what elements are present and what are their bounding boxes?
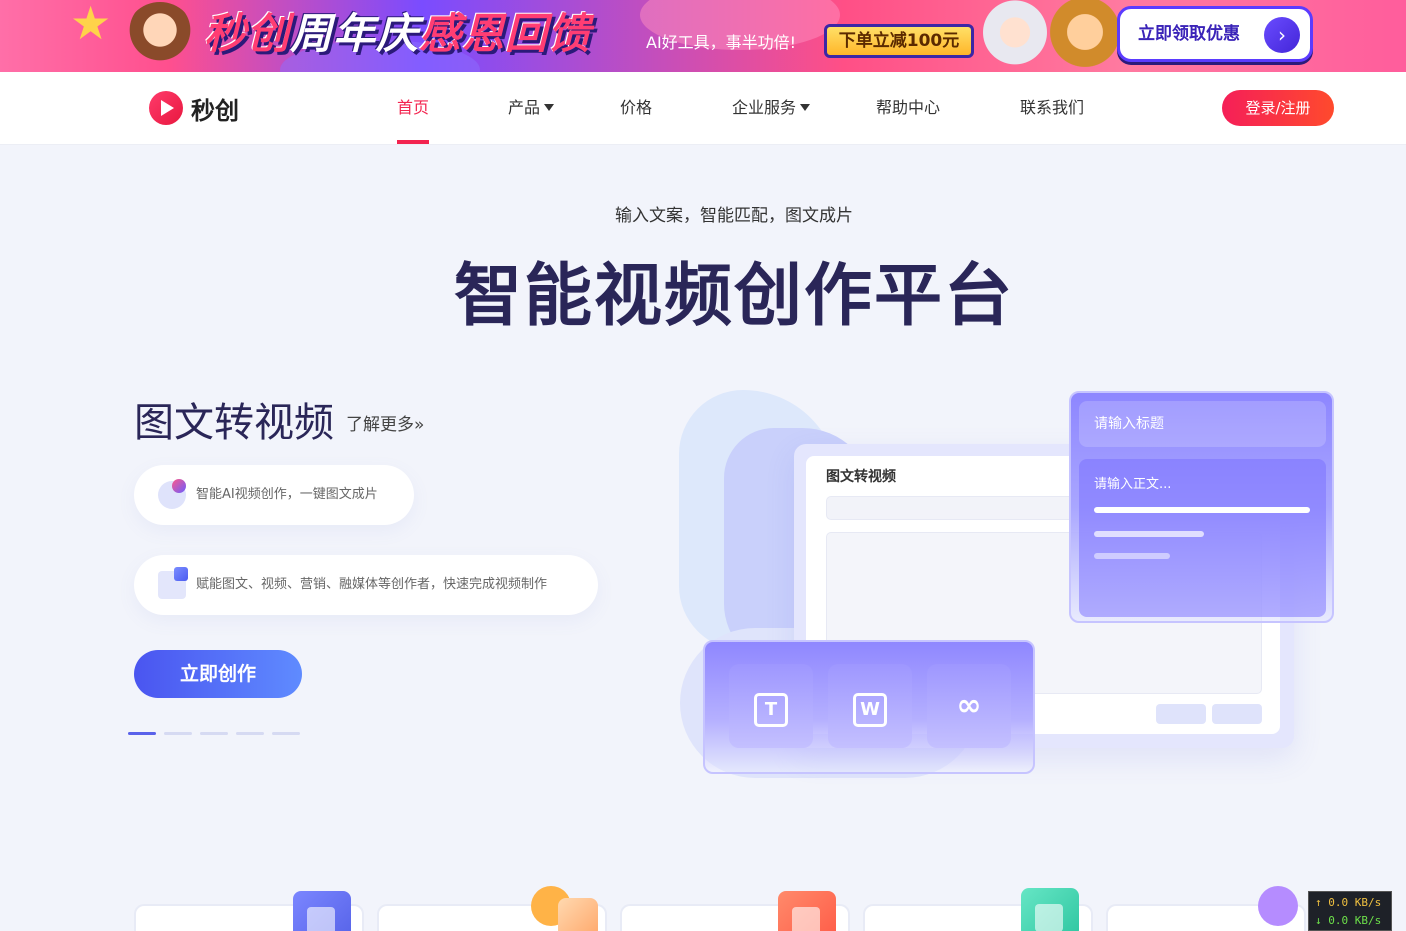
mock-line bbox=[1094, 553, 1170, 559]
nav-enterprise[interactable]: 企业服务 bbox=[732, 72, 811, 144]
network-speed-widget: ↑ 0.0 KB/s ↓ 0.0 KB/s bbox=[1308, 891, 1392, 931]
editor-mock-label: 图文转视频 bbox=[826, 469, 896, 485]
star-decoration-icon: ★ bbox=[70, 0, 112, 50]
coupon-badge: 下单立减100元 bbox=[824, 24, 974, 58]
mascot-left-image bbox=[125, 2, 195, 72]
title-placeholder: 请输入标题 bbox=[1079, 401, 1326, 447]
nav-help-center[interactable]: 帮助中心 bbox=[876, 72, 940, 144]
logo-play-icon bbox=[149, 91, 183, 125]
caret-down-icon bbox=[544, 104, 555, 111]
carousel-dot[interactable] bbox=[200, 732, 228, 735]
carousel-dot[interactable] bbox=[128, 732, 156, 735]
palette-icon bbox=[1258, 886, 1298, 926]
image-icon bbox=[293, 891, 351, 931]
hero-subtitle: 输入文案，智能匹配，图文成片 bbox=[615, 206, 853, 226]
caret-down-icon bbox=[800, 104, 811, 111]
nav-products[interactable]: 产品 bbox=[508, 72, 555, 144]
word-doc-icon: W bbox=[828, 664, 912, 748]
ai-sparkle-icon bbox=[158, 479, 186, 509]
feature-title: 图文转视频 bbox=[134, 400, 334, 446]
mock-line bbox=[1094, 531, 1204, 537]
download-speed: ↓ 0.0 KB/s bbox=[1315, 914, 1382, 927]
pen-icon bbox=[1021, 888, 1079, 931]
feature-point: 赋能图文、视频、营销、融媒体等创作者，快速完成视频制作 bbox=[134, 555, 598, 615]
hero-title: 智能视频创作平台 bbox=[453, 257, 1014, 336]
share-upload-icon bbox=[158, 567, 188, 599]
promo-banner[interactable]: ★ 秒创周年庆感恩回馈 AI好工具，事半功倍! 下单立减100元 立即领取优惠 … bbox=[0, 0, 1406, 72]
upload-speed: ↑ 0.0 KB/s bbox=[1315, 896, 1382, 909]
chevron-right-icon: › bbox=[1264, 17, 1300, 53]
body-panel: 请输入正文... bbox=[1079, 459, 1326, 617]
top-nav: 秒创 首页 产品 价格 企业服务 帮助中心 联系我们 登录/注册 bbox=[0, 72, 1406, 144]
feature-point: 智能AI视频创作，一键图文成片 bbox=[134, 465, 414, 525]
site-logo[interactable]: 秒创 bbox=[149, 91, 239, 125]
banner-title: 秒创周年庆感恩回馈 bbox=[204, 9, 592, 58]
text-icon: T bbox=[729, 664, 813, 748]
mock-button bbox=[1212, 704, 1262, 724]
voice-icon bbox=[558, 898, 598, 931]
carousel-dot[interactable] bbox=[236, 732, 264, 735]
body-placeholder: 请输入正文... bbox=[1094, 477, 1172, 492]
hero-illustration: 图文转视频 请输入标题 请输入正文... T W ∞ bbox=[676, 388, 1336, 788]
nav-home[interactable]: 首页 bbox=[397, 72, 430, 144]
input-type-tray: T W ∞ bbox=[703, 640, 1035, 774]
link-icon: ∞ bbox=[927, 664, 1011, 748]
carousel-dot[interactable] bbox=[164, 732, 192, 735]
carousel-indicators bbox=[128, 732, 300, 735]
carousel-dot[interactable] bbox=[272, 732, 300, 735]
nav-contact[interactable]: 联系我们 bbox=[1020, 72, 1084, 144]
learn-more-link[interactable]: 了解更多» bbox=[346, 410, 424, 435]
claim-offer-label: 立即领取优惠 bbox=[1138, 24, 1240, 44]
title-body-panel: 请输入标题 请输入正文... bbox=[1069, 391, 1334, 623]
create-now-button[interactable]: 立即创作 bbox=[134, 650, 302, 698]
mock-line bbox=[1094, 507, 1310, 513]
claim-offer-button[interactable]: 立即领取优惠 › bbox=[1117, 6, 1313, 62]
mock-button bbox=[1156, 704, 1206, 724]
nav-pricing[interactable]: 价格 bbox=[620, 72, 652, 144]
video-icon bbox=[778, 891, 836, 931]
login-register-button[interactable]: 登录/注册 bbox=[1222, 90, 1334, 126]
banner-subtitle: AI好工具，事半功倍! bbox=[646, 33, 797, 52]
logo-text: 秒创 bbox=[191, 96, 239, 125]
